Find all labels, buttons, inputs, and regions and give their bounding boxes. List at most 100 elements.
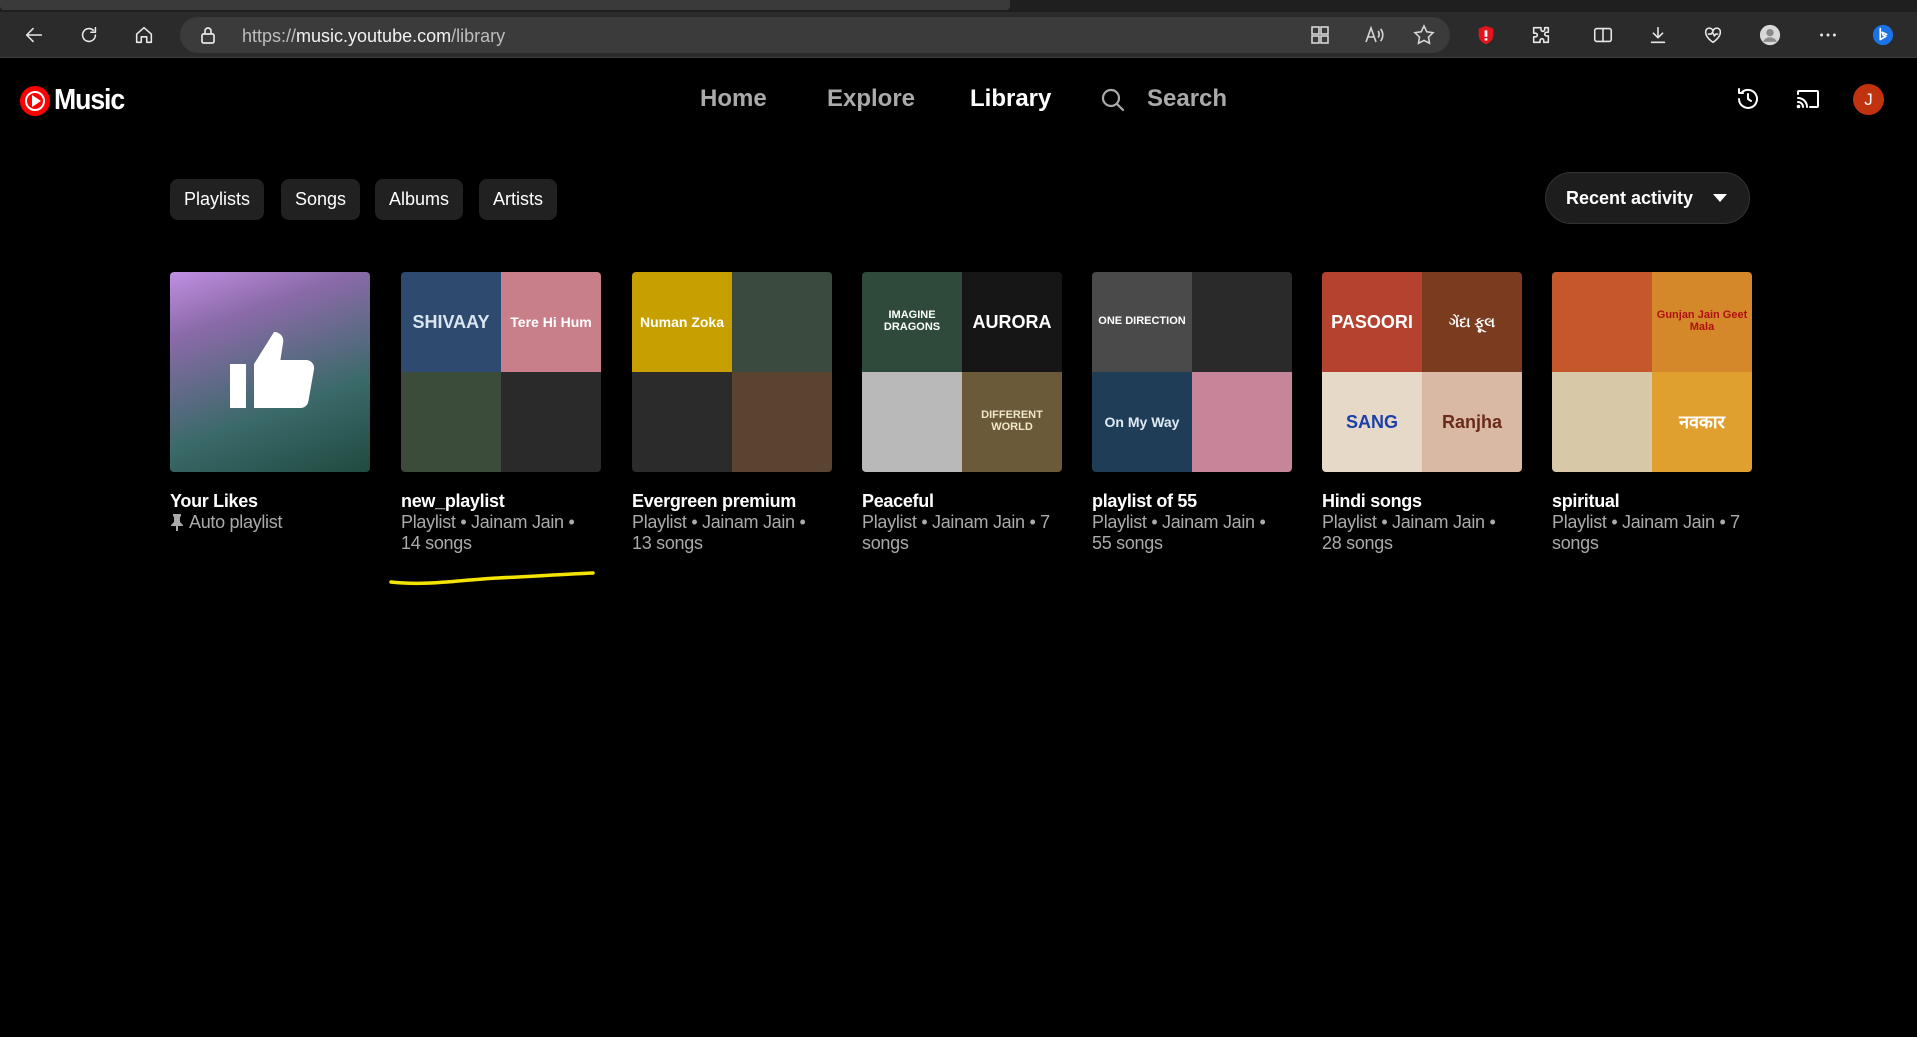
account-avatar[interactable]: J (1853, 84, 1884, 115)
thumbs-up-icon (230, 332, 315, 409)
album-art-text (780, 320, 784, 324)
url-path: /library (451, 26, 506, 46)
album-art-text: ગેંદા ફૂલ (1449, 313, 1495, 330)
playlist-title[interactable]: Hindi songs (1322, 490, 1522, 512)
browser-profile-button[interactable] (1753, 18, 1787, 52)
split-screen-button[interactable] (1586, 18, 1620, 52)
playlist-subtitle-line: 14 songs (401, 533, 472, 553)
bing-logo-icon (1872, 24, 1894, 46)
heart-pulse-icon (1704, 27, 1722, 44)
playlist-thumbnail[interactable]: SHIVAAY Tere Hi Hum (401, 272, 601, 472)
playlist-thumbnail[interactable]: Numan Zoka (632, 272, 832, 472)
playlist-card[interactable]: ONE DIRECTION On My Way playlist of 55 Play… (1092, 272, 1292, 554)
playlist-thumbnail[interactable]: IMAGINE DRAGONS AURORA DIFFERENT WORLD (862, 272, 1062, 472)
playlist-subtitle-line: 28 songs (1322, 533, 1393, 553)
history-button[interactable] (1731, 82, 1765, 116)
playlist-card-your-likes[interactable]: Your Likes Auto playlist (170, 272, 370, 533)
album-art-tile (732, 372, 832, 472)
playlist-title[interactable]: Evergreen premium (632, 490, 832, 512)
album-art-text: DIFFERENT WORLD (981, 409, 1043, 433)
app-available-icon[interactable] (1308, 23, 1332, 47)
browser-tab[interactable] (0, 0, 1010, 10)
playlist-thumbnail[interactable]: Gunjan Jain Geet Mala नवकार (1552, 272, 1752, 472)
extensions-button[interactable] (1524, 18, 1558, 52)
album-art-text: SHIVAAY (412, 311, 490, 332)
album-art-tile: Gunjan Jain Geet Mala (1652, 272, 1752, 372)
nav-library[interactable]: Library (970, 85, 1051, 113)
browser-essentials-button[interactable] (1696, 18, 1730, 52)
album-art-tile (1192, 272, 1292, 372)
playlist-subtitle-line: 13 songs (632, 533, 703, 553)
cast-button[interactable] (1791, 82, 1825, 116)
album-art-text: On My Way (1104, 413, 1180, 430)
settings-more-button[interactable] (1811, 18, 1845, 52)
playlist-title[interactable]: new_playlist (401, 490, 601, 512)
album-art-tile: Ranjha (1422, 372, 1522, 472)
playlist-title[interactable]: playlist of 55 (1092, 490, 1292, 512)
favorite-star-icon[interactable] (1412, 23, 1436, 47)
pin-icon (170, 513, 184, 532)
chip-songs[interactable]: Songs (281, 179, 361, 220)
album-art-tile (501, 372, 601, 472)
nav-home[interactable]: Home (700, 85, 767, 113)
refresh-button[interactable] (72, 18, 106, 52)
playlist-subtitle-line: songs (1552, 533, 1599, 553)
chip-playlists[interactable]: Playlists (170, 179, 265, 220)
playlist-title[interactable]: spiritual (1552, 490, 1752, 512)
playlist-subtitle-line: songs (862, 533, 909, 553)
nav-explore[interactable]: Explore (827, 85, 915, 113)
url-text[interactable]: https://music.youtube.com/library (242, 26, 505, 47)
album-art-text: IMAGINE DRAGONS (883, 309, 941, 333)
playlist-subtitle: Auto playlist (170, 512, 370, 533)
album-art-tile (1552, 272, 1652, 372)
read-aloud-icon[interactable] (1362, 23, 1386, 47)
chip-artists[interactable]: Artists (479, 179, 558, 220)
playlist-title[interactable]: Peaceful (862, 490, 1062, 512)
playlist-subtitle-line: 55 songs (1092, 533, 1163, 553)
playlist-subtitle-line: Playlist • Jainam Jain • (632, 512, 806, 532)
album-art-text (549, 420, 553, 424)
address-bar[interactable]: https://music.youtube.com/library (180, 17, 1450, 53)
playlist-title[interactable]: Your Likes (170, 490, 370, 512)
playlist-card[interactable]: SHIVAAY Tere Hi Hum new_playlist Playlist •… (401, 272, 601, 554)
album-art-tile (1192, 372, 1292, 472)
playlist-thumbnail[interactable]: PASOORI ગેંદા ફૂલ SANG Ranjha (1322, 272, 1522, 472)
cast-icon (1796, 90, 1819, 109)
album-art-tile: Numan Zoka (632, 272, 732, 372)
playlist-thumbnail[interactable]: ONE DIRECTION On My Way (1092, 272, 1292, 472)
home-button[interactable] (127, 18, 161, 52)
album-art-tile (862, 372, 962, 472)
album-art-text: Gunjan Jain Geet Mala (1656, 309, 1748, 333)
playlist-thumbnail[interactable] (170, 272, 370, 472)
album-art-text (1240, 420, 1244, 424)
adblock-extension-button[interactable] (1469, 18, 1503, 52)
youtube-music-logo[interactable]: Music (20, 84, 130, 117)
arrow-left-icon (25, 27, 43, 43)
chip-albums[interactable]: Albums (375, 179, 464, 220)
lock-icon[interactable] (198, 25, 218, 45)
browser-tab-strip (0, 0, 1917, 12)
playlist-card[interactable]: PASOORI ગેંદા ફૂલ SANG Ranjha Hindi songs Pla… (1322, 272, 1522, 554)
album-art-tile (1552, 372, 1652, 472)
playlist-card[interactable]: IMAGINE DRAGONS AURORA DIFFERENT WORLD Peac… (862, 272, 1062, 554)
album-art-tile: ગેંદા ફૂલ (1422, 272, 1522, 372)
album-art-tile: SANG (1322, 372, 1422, 472)
logo-text: Music (54, 84, 125, 116)
back-button[interactable] (17, 18, 51, 52)
album-art-tile (632, 372, 732, 472)
album-art-text (680, 420, 684, 424)
playlist-card[interactable]: Numan Zoka Evergreen premium Playlist • Ja… (632, 272, 832, 554)
playlist-card[interactable]: Gunjan Jain Geet Mala नवकार spiritual Playl… (1552, 272, 1752, 554)
album-art-tile: PASOORI (1322, 272, 1422, 372)
copilot-button[interactable] (1866, 18, 1900, 52)
playlist-subtitle-line: Playlist • Jainam Jain • 7 (862, 512, 1050, 532)
search-button[interactable]: Search (1147, 85, 1227, 113)
album-art-tile (732, 272, 832, 372)
album-art-text: Ranjha (1441, 411, 1502, 432)
downloads-button[interactable] (1641, 18, 1675, 52)
sort-dropdown[interactable]: Recent activity (1545, 172, 1750, 224)
search-icon[interactable] (1099, 86, 1127, 114)
album-art-text: AURORA (972, 311, 1052, 332)
album-art-text: नवकार (1679, 411, 1725, 432)
puzzle-piece-icon (1532, 26, 1550, 44)
